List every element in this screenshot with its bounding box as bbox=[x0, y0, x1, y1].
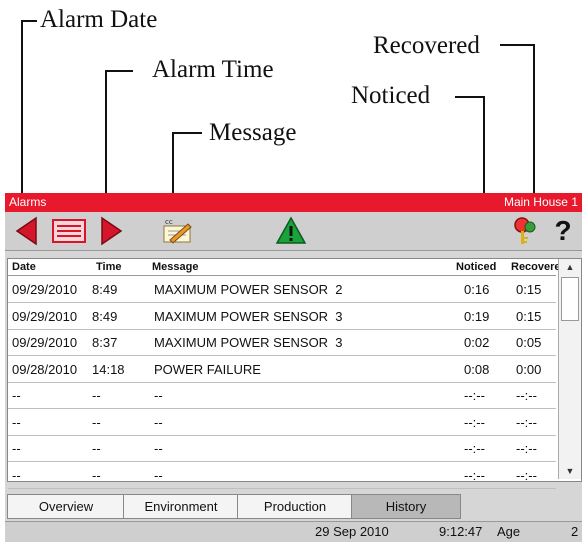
tab-production[interactable]: Production bbox=[237, 494, 353, 519]
status-age-value: 2 bbox=[571, 524, 579, 539]
cell-noticed: 0:02 bbox=[464, 335, 490, 350]
warning-button[interactable] bbox=[273, 215, 309, 247]
cell-time: -- bbox=[92, 441, 101, 456]
cell-recovered: --:-- bbox=[516, 388, 537, 403]
key-icon bbox=[514, 217, 536, 244]
cell-time: 8:37 bbox=[92, 335, 118, 350]
table-row[interactable]: 09/28/2010 14:18 POWER FAILURE 0:08 0:00 bbox=[8, 356, 556, 383]
scroll-thumb[interactable] bbox=[561, 277, 579, 321]
cell-message: POWER FAILURE bbox=[154, 361, 261, 377]
status-time: 9:12:47 bbox=[439, 524, 483, 539]
callout-line bbox=[455, 96, 485, 98]
cell-message: MAXIMUM POWER SENSOR 3 bbox=[154, 308, 343, 324]
table-row[interactable]: 09/29/2010 8:49 MAXIMUM POWER SENSOR 3 0:19… bbox=[8, 303, 556, 330]
cell-time: 8:49 bbox=[92, 308, 118, 324]
column-header-noticed[interactable]: Noticed bbox=[456, 261, 496, 273]
cell-message: -- bbox=[154, 467, 163, 483]
column-header-time[interactable]: Time bbox=[96, 261, 121, 273]
window-title: Alarms bbox=[9, 195, 47, 209]
status-age-label: Age bbox=[497, 524, 521, 539]
list-icon bbox=[52, 219, 86, 243]
warning-icon bbox=[275, 216, 307, 244]
cell-message: -- bbox=[154, 441, 163, 456]
tab-environment[interactable]: Environment bbox=[123, 494, 239, 519]
cell-noticed: --:-- bbox=[464, 388, 485, 403]
cell-time: -- bbox=[92, 467, 101, 483]
cell-message: -- bbox=[154, 388, 163, 403]
cell-message: MAXIMUM POWER SENSOR 2 bbox=[154, 282, 343, 297]
callout-label: Noticed bbox=[351, 82, 431, 109]
callout-label: Recovered bbox=[373, 32, 480, 59]
cell-date: -- bbox=[12, 388, 21, 403]
cell-message: MAXIMUM POWER SENSOR 3 bbox=[154, 335, 343, 350]
cell-noticed: 0:16 bbox=[464, 282, 490, 297]
table-row[interactable]: 09/29/2010 8:49 MAXIMUM POWER SENSOR 2 0:16… bbox=[8, 276, 556, 303]
notes-button[interactable]: cc bbox=[158, 215, 198, 247]
scroll-down-icon[interactable]: ▼ bbox=[561, 464, 579, 478]
column-header-message[interactable]: Message bbox=[152, 261, 198, 273]
cell-recovered: 0:15 bbox=[516, 282, 542, 297]
table-header: Date Time Message Noticed Recovered bbox=[8, 259, 567, 276]
callout-line bbox=[21, 20, 37, 22]
table-row[interactable]: -- -- -- --:-- --:-- bbox=[8, 435, 556, 462]
cell-time: 8:49 bbox=[92, 282, 118, 297]
cell-recovered: --:-- bbox=[516, 441, 537, 456]
cell-date: 09/29/2010 bbox=[12, 308, 78, 324]
cell-date: -- bbox=[12, 467, 21, 483]
cell-date: 09/28/2010 bbox=[12, 361, 78, 377]
table-row[interactable]: -- -- -- --:-- --:-- bbox=[8, 409, 556, 436]
cell-recovered: 0:15 bbox=[516, 308, 542, 324]
cell-date: -- bbox=[12, 441, 21, 456]
forward-button[interactable] bbox=[93, 215, 129, 247]
callout-line bbox=[172, 132, 202, 134]
callout-line bbox=[500, 44, 535, 46]
cell-recovered: 0:00 bbox=[516, 361, 542, 377]
tab-bar: Overview Environment Production History bbox=[5, 494, 582, 519]
title-bar: Alarms Main House 1 bbox=[5, 193, 582, 212]
svg-text:cc: cc bbox=[165, 218, 173, 226]
cell-time: -- bbox=[92, 414, 101, 430]
back-arrow-icon bbox=[15, 216, 37, 246]
callout-label: Message bbox=[209, 119, 297, 146]
key-button[interactable] bbox=[507, 215, 543, 247]
scrollbar[interactable]: ▲ ▼ bbox=[558, 259, 581, 479]
cell-recovered: 0:05 bbox=[516, 335, 542, 350]
cell-noticed: 0:19 bbox=[464, 308, 490, 324]
column-header-date[interactable]: Date bbox=[12, 261, 36, 273]
status-date: 29 Sep 2010 bbox=[315, 524, 389, 539]
cell-date: 09/29/2010 bbox=[12, 282, 78, 297]
toolbar: cc ? bbox=[5, 212, 582, 251]
cell-date: -- bbox=[12, 414, 21, 430]
back-button[interactable] bbox=[9, 215, 45, 247]
cell-time: 14:18 bbox=[92, 361, 125, 377]
help-icon: ? bbox=[554, 215, 572, 246]
cell-recovered: --:-- bbox=[516, 414, 537, 430]
cell-noticed: --:-- bbox=[464, 441, 485, 456]
cell-noticed: --:-- bbox=[464, 467, 485, 483]
scroll-up-icon[interactable]: ▲ bbox=[561, 260, 579, 274]
list-button[interactable] bbox=[49, 215, 89, 247]
cell-noticed: 0:08 bbox=[464, 361, 490, 377]
notes-icon: cc bbox=[163, 218, 192, 244]
location-name: Main House 1 bbox=[503, 195, 578, 209]
cell-message: -- bbox=[154, 414, 163, 430]
cell-date: 09/29/2010 bbox=[12, 335, 78, 350]
help-button[interactable]: ? bbox=[548, 215, 578, 247]
cell-recovered: --:-- bbox=[516, 467, 537, 483]
callout-label: Alarm Time bbox=[152, 56, 274, 83]
status-bar: 29 Sep 2010 9:12:47 Age 2 bbox=[5, 521, 582, 542]
table-row[interactable]: 09/29/2010 8:37 MAXIMUM POWER SENSOR 3 0:02… bbox=[8, 329, 556, 356]
alarms-window: Alarms Main House 1 cc ? Date Time Messa… bbox=[5, 193, 582, 542]
tab-overview[interactable]: Overview bbox=[7, 494, 125, 519]
cell-time: -- bbox=[92, 388, 101, 403]
tab-history[interactable]: History bbox=[351, 494, 461, 519]
alarm-history-table: Date Time Message Noticed Recovered 09/2… bbox=[7, 258, 582, 489]
table-row[interactable]: -- -- -- --:-- --:-- bbox=[8, 462, 556, 489]
cell-noticed: --:-- bbox=[464, 414, 485, 430]
callout-label: Alarm Date bbox=[40, 6, 158, 33]
callout-line bbox=[105, 70, 133, 72]
forward-arrow-icon bbox=[101, 216, 123, 246]
table-row[interactable]: -- -- -- --:-- --:-- bbox=[8, 382, 556, 409]
